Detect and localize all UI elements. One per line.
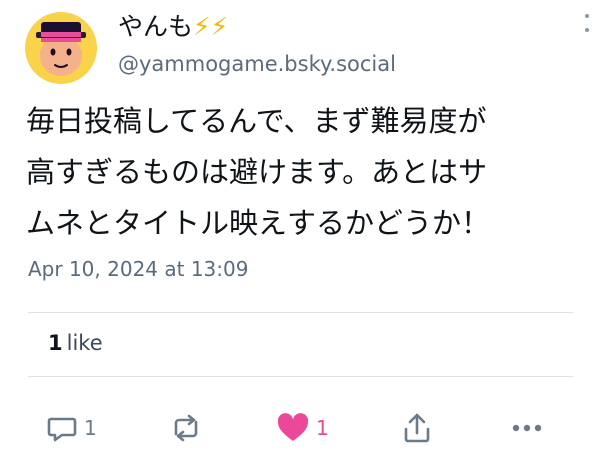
post-timestamp: Apr 10, 2024 at 13:09: [28, 257, 249, 281]
more-options-button[interactable]: [511, 408, 543, 448]
author-handle[interactable]: @yammogame.bsky.social: [118, 50, 396, 78]
reply-button[interactable]: 1: [46, 408, 97, 448]
post-thread-view: やんも⚡⚡ @yammogame.bsky.social 毎日投稿してるんで、ま…: [0, 0, 600, 460]
avatar-face-icon: [25, 12, 97, 84]
reply-count: 1: [84, 416, 97, 440]
share-upload-icon: [404, 413, 430, 443]
heart-icon: [277, 413, 309, 441]
share-button[interactable]: [402, 408, 432, 448]
divider: [28, 312, 573, 313]
post-body-line: 高すぎるものは避けます。あとはサ: [26, 155, 488, 189]
post-body-line: 毎日投稿してるんで、まず難易度が: [26, 104, 487, 138]
repost-button[interactable]: [168, 408, 204, 448]
indicator-dot: [585, 14, 589, 18]
likes-label: like: [66, 331, 103, 355]
post-body-line: ムネとタイトル映えするかどうか！: [26, 206, 491, 240]
lightning-bolt-icon: ⚡⚡: [193, 12, 229, 41]
ellipsis-icon: [512, 424, 542, 432]
like-button[interactable]: 1: [276, 408, 329, 448]
likes-summary[interactable]: 1 like: [48, 328, 103, 358]
avatar[interactable]: [25, 12, 97, 84]
post-body-text: 毎日投稿してるんで、まず難易度が 高すぎるものは避けます。あとはサ ムネとタイト…: [26, 96, 586, 249]
author-name-text: やんも: [118, 12, 194, 41]
author-display-name[interactable]: やんも⚡⚡: [118, 10, 228, 44]
repost-icon: [174, 414, 198, 442]
likes-count: 1: [48, 331, 63, 355]
indicator-dot: [585, 28, 589, 32]
scroll-indicator: [582, 14, 592, 32]
like-count: 1: [316, 416, 329, 440]
divider: [28, 376, 573, 377]
reply-bubble-icon: [47, 417, 77, 442]
